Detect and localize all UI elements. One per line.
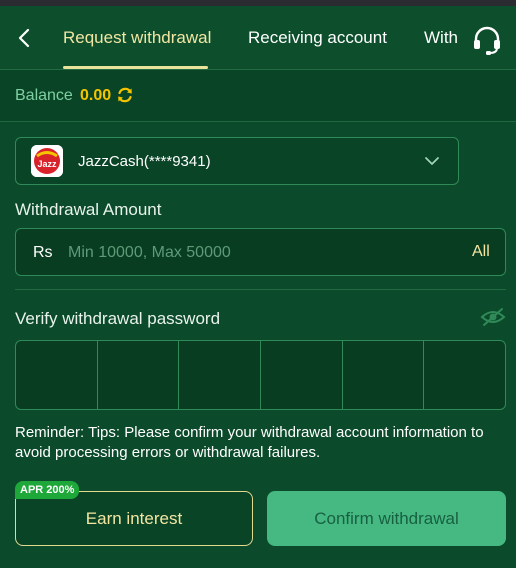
withdrawal-amount-title: Withdrawal Amount: [15, 200, 162, 219]
password-digit-3[interactable]: [179, 341, 262, 409]
jazzcash-logo: Jazz: [31, 145, 63, 177]
password-digit-1[interactable]: [16, 341, 98, 409]
balance-bar: Balance 0.00: [0, 70, 516, 122]
password-digit-5[interactable]: [343, 341, 425, 409]
password-digit-2[interactable]: [98, 341, 180, 409]
balance-value: 0.00: [80, 87, 112, 104]
header-tabs: Request withdrawal Receiving account Wit…: [0, 6, 516, 70]
confirm-withdrawal-button[interactable]: Confirm withdrawal: [267, 491, 506, 546]
divider: [15, 289, 506, 290]
password-digit-4[interactable]: [261, 341, 343, 409]
account-selector[interactable]: Jazz JazzCash(****9341): [15, 137, 459, 185]
eye-off-icon[interactable]: [480, 307, 506, 327]
currency-label: Rs: [33, 244, 53, 261]
active-tab-indicator: [63, 66, 208, 69]
tab-withdrawal-records[interactable]: With: [424, 28, 458, 48]
refresh-icon[interactable]: [116, 86, 134, 104]
amount-field: Rs All: [15, 228, 506, 276]
reminder-text: Reminder: Tips: Please confirm your with…: [15, 424, 484, 461]
headset-icon[interactable]: [470, 24, 504, 56]
password-input-group: [15, 340, 506, 410]
account-name: JazzCash(****9341): [78, 153, 211, 170]
tab-receiving-account[interactable]: Receiving account: [248, 28, 387, 48]
svg-text:Jazz: Jazz: [37, 159, 57, 169]
tab-request-withdrawal[interactable]: Request withdrawal: [63, 28, 211, 48]
all-amount-button[interactable]: All: [472, 243, 490, 261]
withdrawal-form: Jazz JazzCash(****9341) Withdrawal Amoun…: [0, 123, 516, 568]
balance-label: Balance: [15, 87, 73, 104]
chevron-down-icon: [425, 157, 439, 165]
apr-badge: APR 200%: [15, 481, 80, 499]
verify-password-title: Verify withdrawal password: [15, 309, 221, 328]
amount-input[interactable]: [68, 240, 448, 266]
earn-interest-button[interactable]: Earn interest: [15, 491, 253, 546]
chevron-left-icon[interactable]: [14, 26, 34, 50]
password-digit-6[interactable]: [424, 341, 505, 409]
